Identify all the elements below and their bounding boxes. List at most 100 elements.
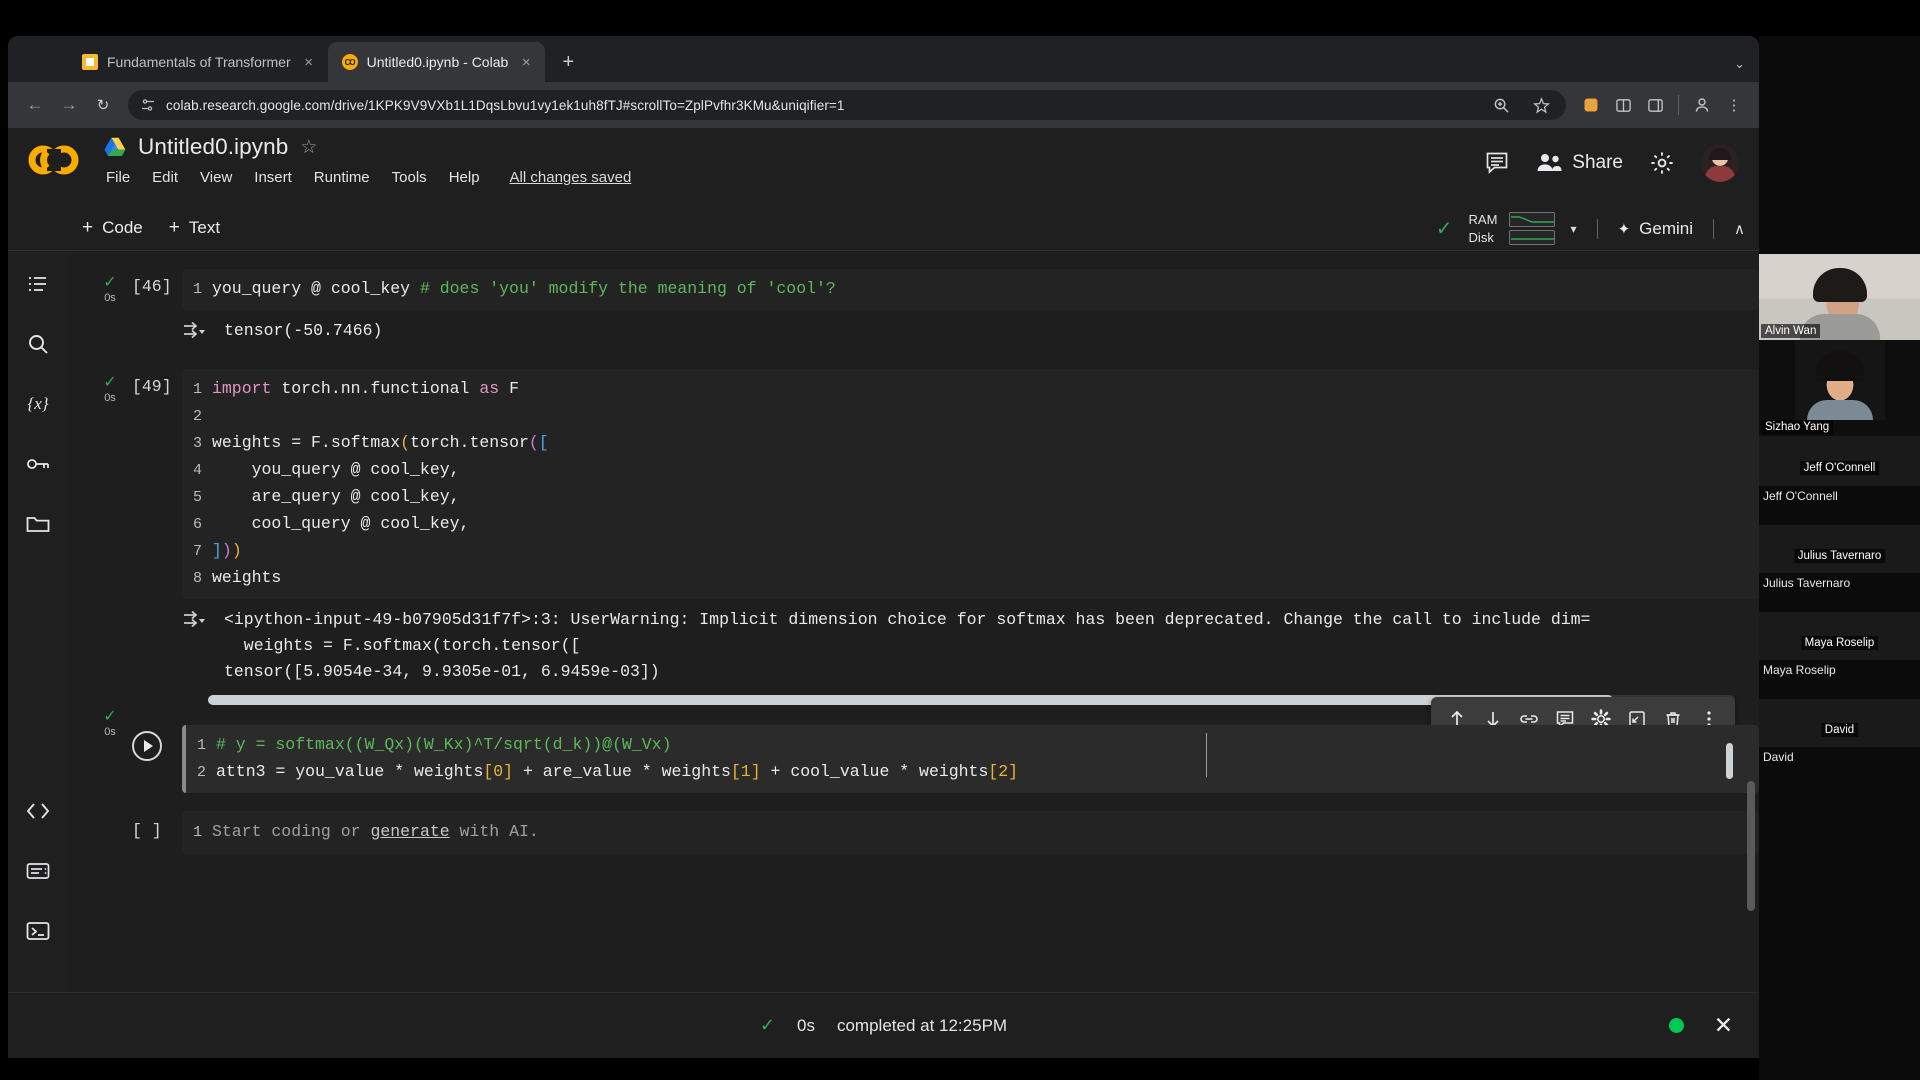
tab-list-menu-icon[interactable]: ⌄ <box>1734 56 1745 72</box>
add-text-cell-button[interactable]: + Text <box>169 217 220 239</box>
code-editor[interactable]: 1 import torch.nn.functional as F 2 3 we… <box>182 369 1759 599</box>
notebook-scrollbar[interactable] <box>1747 781 1755 911</box>
save-status[interactable]: All changes saved <box>510 169 632 186</box>
participant-tile[interactable]: Maya Roselip <box>1759 612 1920 660</box>
secrets-key-icon[interactable] <box>23 449 53 479</box>
address-bar[interactable]: colab.research.google.com/drive/1KPK9V9V… <box>128 90 1566 120</box>
video-call-panel: Alvin Wan Sizhao Yang Jeff O'Connell Jef… <box>1759 36 1920 1080</box>
close-icon[interactable]: × <box>517 53 535 71</box>
search-plus-icon[interactable] <box>1488 92 1514 118</box>
output-arrow-icon[interactable] <box>182 607 208 685</box>
code-text: are_query @ cool_key, <box>212 487 460 506</box>
cell-output: tensor(-50.7466) <box>182 310 1759 351</box>
forward-button[interactable]: → <box>54 90 84 120</box>
participant-tile[interactable]: Alvin Wan <box>1759 254 1920 340</box>
close-icon[interactable]: × <box>300 53 318 71</box>
participant-video <box>1794 340 1885 420</box>
toolbar-right-group: ✓ RAM Disk ▾ ✦ Gemini ∧ <box>1436 206 1745 251</box>
colab-logo-icon[interactable] <box>26 140 82 180</box>
header-actions: Share <box>1484 144 1739 182</box>
terminal-icon[interactable] <box>23 916 53 946</box>
tune-icon[interactable] <box>140 97 156 113</box>
share-button[interactable]: Share <box>1536 151 1623 175</box>
line-number: 5 <box>192 489 202 506</box>
table-of-contents-icon[interactable] <box>23 269 53 299</box>
status-message: completed at 12:25PM <box>836 1015 1008 1035</box>
new-tab-button[interactable]: + <box>553 47 583 77</box>
notebook-canvas: ✓ 0s [46] 1 you_query @ cool_key # does … <box>68 251 1759 992</box>
search-icon[interactable] <box>23 329 53 359</box>
menu-help[interactable]: Help <box>449 169 480 186</box>
extensions-icon[interactable] <box>1578 92 1604 118</box>
menu-view[interactable]: View <box>200 169 232 186</box>
add-code-cell-button[interactable]: + Code <box>82 217 143 239</box>
generate-link[interactable]: generate <box>370 822 449 841</box>
output-line-3: tensor([5.9054e-34, 9.9305e-01, 6.9459e-… <box>224 662 660 681</box>
avatar[interactable] <box>1701 144 1739 182</box>
code-comment: # y = softmax((W_Qx)(W_Kx)^T/sqrt(d_k))@… <box>216 735 672 754</box>
code-snippets-icon[interactable] <box>23 796 53 826</box>
chevron-down-icon[interactable]: ▾ <box>1571 222 1577 236</box>
success-check-icon: ✓ <box>103 274 117 291</box>
participant-name: Alvin Wan <box>1761 324 1821 338</box>
placeholder-prefix: Start coding or <box>212 822 371 841</box>
code-cell-active[interactable]: ✓ 0s 1 # y = softmax((W_Qx)(W_Kx)^T/sqrt… <box>96 697 1759 793</box>
success-check-icon: ✓ <box>103 374 117 391</box>
browser-tab-2[interactable]: CO Untitled0.ipynb - Colab × <box>327 42 546 82</box>
code-cell-49[interactable]: ✓ 0s [49] 1 import torch.nn.functional a… <box>96 369 1759 705</box>
url-text: colab.research.google.com/drive/1KPK9V9V… <box>166 97 845 113</box>
sparkle-icon: ✦ <box>1617 220 1631 238</box>
code-line: 1 import torch.nn.functional as F <box>182 376 1759 403</box>
command-palette-icon[interactable] <box>23 856 53 886</box>
output-arrow-icon[interactable] <box>182 318 208 347</box>
menu-file[interactable]: File <box>106 169 130 186</box>
menu-runtime[interactable]: Runtime <box>314 169 370 186</box>
star-icon[interactable]: ☆ <box>300 136 317 159</box>
participant-tile[interactable]: Julius Tavernaro <box>1759 525 1920 573</box>
gemini-button[interactable]: ✦ Gemini <box>1618 219 1693 239</box>
resource-meter[interactable]: RAM Disk <box>1469 212 1555 245</box>
empty-code-cell[interactable]: [ ] 1 Start coding or generate with AI. <box>96 811 1759 854</box>
participant-tile[interactable]: Sizhao Yang <box>1759 340 1920 436</box>
code-editor-empty[interactable]: 1 Start coding or generate with AI. <box>182 811 1759 854</box>
drive-icon <box>104 137 126 157</box>
svg-text:{x}: {x} <box>27 394 48 413</box>
menu-edit[interactable]: Edit <box>152 169 178 186</box>
participant-tile[interactable]: David <box>1759 699 1920 747</box>
variables-icon[interactable]: {x} <box>23 389 53 419</box>
profile-icon[interactable] <box>1689 92 1715 118</box>
side-panel-icon[interactable] <box>1642 92 1668 118</box>
execution-count: [49] <box>132 377 172 396</box>
connected-check-icon[interactable]: ✓ <box>1436 216 1453 241</box>
placeholder-suffix: with AI. <box>449 822 539 841</box>
line-number: 7 <box>192 543 202 560</box>
code-editor[interactable]: 1 you_query @ cool_key # does 'you' modi… <box>182 269 1759 310</box>
cell-status-gutter: ✓ 0s <box>96 709 124 739</box>
reload-button[interactable]: ↻ <box>88 90 118 120</box>
code-editor-active[interactable]: 1 # y = softmax((W_Qx)(W_Kx)^T/sqrt(d_k)… <box>182 725 1759 793</box>
line-number: 8 <box>192 570 202 587</box>
files-folder-icon[interactable] <box>23 509 53 539</box>
bookmark-star-icon[interactable] <box>1528 92 1554 118</box>
back-button[interactable]: ← <box>20 90 50 120</box>
menu-tools[interactable]: Tools <box>392 169 427 186</box>
browser-menu-icon[interactable]: ⋮ <box>1721 92 1747 118</box>
participant-tile[interactable]: Jeff O'Connell <box>1759 436 1920 486</box>
page-title[interactable]: Untitled0.ipynb <box>138 134 288 160</box>
screen: Fundamentals of Transformer × CO Untitle… <box>0 0 1920 1080</box>
split-screen-icon[interactable] <box>1610 92 1636 118</box>
chevron-up-icon[interactable]: ∧ <box>1734 220 1745 238</box>
cell-scrollbar-thumb[interactable] <box>1726 743 1733 779</box>
ram-label: RAM <box>1468 212 1498 227</box>
browser-tab-1[interactable]: Fundamentals of Transformer × <box>68 42 328 82</box>
colab-icon: CO <box>341 54 358 70</box>
run-cell-button[interactable] <box>132 731 162 761</box>
code-text: weights = F.softmax(torch.tensor([ <box>212 433 549 452</box>
menu-insert[interactable]: Insert <box>254 169 292 186</box>
gear-icon[interactable] <box>1649 150 1675 176</box>
close-status-icon[interactable]: ✕ <box>1714 1012 1733 1039</box>
status-bar-right: ✕ <box>1668 1012 1733 1039</box>
code-cell-46[interactable]: ✓ 0s [46] 1 you_query @ cool_key # does … <box>96 269 1759 351</box>
comment-icon[interactable] <box>1484 150 1510 176</box>
